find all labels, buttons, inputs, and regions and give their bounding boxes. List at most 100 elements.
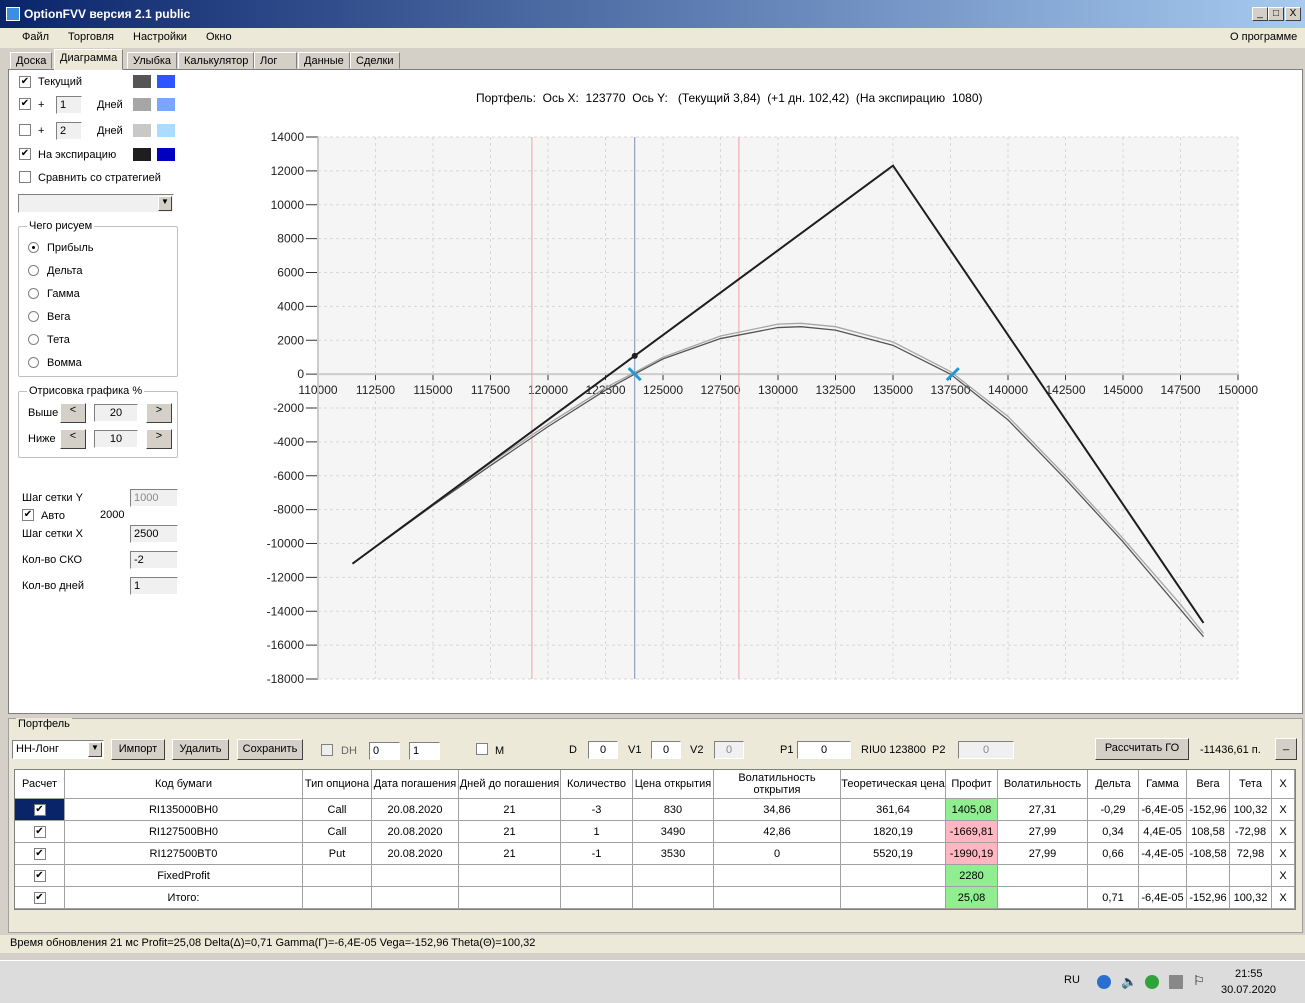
table-row[interactable]: ✔ RI127500BH0 Call 20.08.2020 21 1 3490 42,86 18…: [15, 821, 1295, 843]
checkbox[interactable]: ✔: [33, 869, 46, 882]
column-header[interactable]: Гамма: [1139, 770, 1187, 798]
table-row[interactable]: ✔ FixedProfit 2280 X: [15, 865, 1295, 887]
remove-row-button[interactable]: X: [1272, 865, 1295, 886]
calc-checkbox[interactable]: ✔: [15, 865, 65, 886]
tab-board[interactable]: Доска: [10, 52, 53, 69]
plus1-color-blue[interactable]: [157, 98, 175, 111]
column-header[interactable]: Дельта: [1088, 770, 1139, 798]
plus1-days-input[interactable]: 1: [56, 96, 82, 114]
d-input[interactable]: 0: [588, 741, 618, 759]
collapse-button[interactable]: _: [1275, 738, 1297, 760]
table-row[interactable]: ✔ RI135000BH0 Call 20.08.2020 21 -3 830 34,86 36…: [15, 799, 1295, 821]
tab-smile[interactable]: Улыбка: [127, 52, 178, 69]
network-icon[interactable]: [1169, 975, 1183, 989]
close-button[interactable]: X: [1285, 7, 1301, 21]
save-button[interactable]: Сохранить: [237, 739, 303, 760]
column-header[interactable]: Вега: [1187, 770, 1230, 798]
column-header[interactable]: Дней до погашения: [459, 770, 561, 798]
dh-stepper-1[interactable]: 0: [369, 742, 400, 760]
expiry-color-black[interactable]: [133, 148, 151, 161]
calc-checkbox[interactable]: ✔: [15, 799, 65, 820]
flag-icon[interactable]: ⚐: [1193, 973, 1205, 989]
chevron-down-icon[interactable]: ▼: [88, 742, 102, 757]
below-input[interactable]: 10: [94, 430, 138, 448]
column-header[interactable]: Теоретическая цена: [841, 770, 946, 798]
checkbox[interactable]: ✔: [33, 847, 46, 860]
column-header[interactable]: Тета: [1230, 770, 1272, 798]
column-header[interactable]: Дата погашения: [372, 770, 459, 798]
security-tray-icon[interactable]: [1145, 975, 1159, 989]
clock-time[interactable]: 21:55: [1235, 968, 1263, 980]
radio-0[interactable]: [28, 242, 39, 253]
column-header[interactable]: Волатильность открытия: [714, 770, 841, 798]
table-row[interactable]: ✔ Итого: 25,08 0,71 -6,4E-05 -152,96 100,32 X: [15, 887, 1295, 909]
dh-stepper-2[interactable]: 1: [409, 742, 440, 760]
tab-deals[interactable]: Сделки: [350, 52, 400, 69]
grid-x-input[interactable]: 2500: [130, 525, 178, 543]
radio-5[interactable]: [28, 357, 39, 368]
plus2-color-gray[interactable]: [133, 124, 151, 137]
current-color-blue[interactable]: [157, 75, 175, 88]
column-header[interactable]: Код бумаги: [65, 770, 303, 798]
checkbox[interactable]: ✔: [33, 825, 46, 838]
plus2-color-blue[interactable]: [157, 124, 175, 137]
strategy-dropdown[interactable]: ▼: [18, 194, 174, 213]
below-increase-button[interactable]: >: [146, 429, 172, 449]
days-input[interactable]: 1: [130, 577, 178, 595]
language-indicator[interactable]: RU: [1064, 974, 1080, 986]
dh-checkbox[interactable]: [321, 744, 333, 756]
radio-2[interactable]: [28, 288, 39, 299]
minimize-button[interactable]: _: [1252, 7, 1268, 21]
column-header[interactable]: Волатильность: [998, 770, 1088, 798]
checkbox[interactable]: ✔: [33, 891, 46, 904]
column-header[interactable]: Количество: [561, 770, 633, 798]
expiry-checkbox[interactable]: ✔: [19, 148, 31, 160]
grid-y-input[interactable]: 1000: [130, 489, 178, 507]
below-decrease-button[interactable]: <: [60, 429, 86, 449]
v1-input[interactable]: 0: [651, 741, 681, 759]
tab-diagram[interactable]: Диаграмма: [54, 49, 124, 70]
import-button[interactable]: Импорт: [111, 739, 165, 760]
remove-row-button[interactable]: X: [1272, 821, 1295, 842]
browser-tray-icon[interactable]: [1097, 975, 1111, 989]
delete-button[interactable]: Удалить: [172, 739, 229, 760]
radio-1[interactable]: [28, 265, 39, 276]
column-header[interactable]: Тип опциона: [303, 770, 372, 798]
current-checkbox[interactable]: ✔: [19, 76, 31, 88]
menu-settings[interactable]: Настройки: [133, 31, 187, 43]
radio-4[interactable]: [28, 334, 39, 345]
column-header[interactable]: Цена открытия: [633, 770, 714, 798]
profit-chart[interactable]: 1100001125001150001175001200001225001250…: [260, 120, 1260, 700]
auto-checkbox[interactable]: ✔: [22, 509, 34, 521]
menu-file[interactable]: Файл: [22, 31, 49, 43]
p1-input[interactable]: 0: [797, 741, 851, 759]
plus2-days-input[interactable]: 2: [56, 122, 82, 140]
tab-data[interactable]: Данные: [298, 52, 350, 69]
speaker-icon[interactable]: 🔈: [1121, 974, 1137, 990]
calc-checkbox[interactable]: ✔: [15, 843, 65, 864]
remove-row-button[interactable]: X: [1272, 887, 1295, 908]
table-row[interactable]: ✔ RI127500BT0 Put 20.08.2020 21 -1 3530 0 5520,1…: [15, 843, 1295, 865]
column-header[interactable]: X: [1272, 770, 1295, 798]
menu-window[interactable]: Окно: [206, 31, 232, 43]
tab-calculator[interactable]: Калькулятор: [178, 52, 255, 69]
compare-checkbox[interactable]: [19, 171, 31, 183]
tab-log[interactable]: Лог: [254, 52, 297, 69]
checkbox[interactable]: ✔: [33, 803, 46, 816]
maximize-button[interactable]: □: [1268, 7, 1284, 21]
calc-go-button[interactable]: Рассчитать ГО: [1095, 738, 1189, 760]
chevron-down-icon[interactable]: ▼: [158, 196, 172, 211]
menu-about[interactable]: О программе: [1230, 31, 1297, 43]
remove-row-button[interactable]: X: [1272, 843, 1295, 864]
plus2-checkbox[interactable]: [19, 124, 31, 136]
expiry-color-blue[interactable]: [157, 148, 175, 161]
radio-3[interactable]: [28, 311, 39, 322]
remove-row-button[interactable]: X: [1272, 799, 1295, 820]
above-decrease-button[interactable]: <: [60, 403, 86, 423]
above-increase-button[interactable]: >: [146, 403, 172, 423]
sko-input[interactable]: -2: [130, 551, 178, 569]
calc-checkbox[interactable]: ✔: [15, 887, 65, 908]
p2-input[interactable]: 0: [958, 741, 1014, 759]
above-input[interactable]: 20: [94, 404, 138, 422]
m-checkbox[interactable]: [476, 743, 488, 755]
